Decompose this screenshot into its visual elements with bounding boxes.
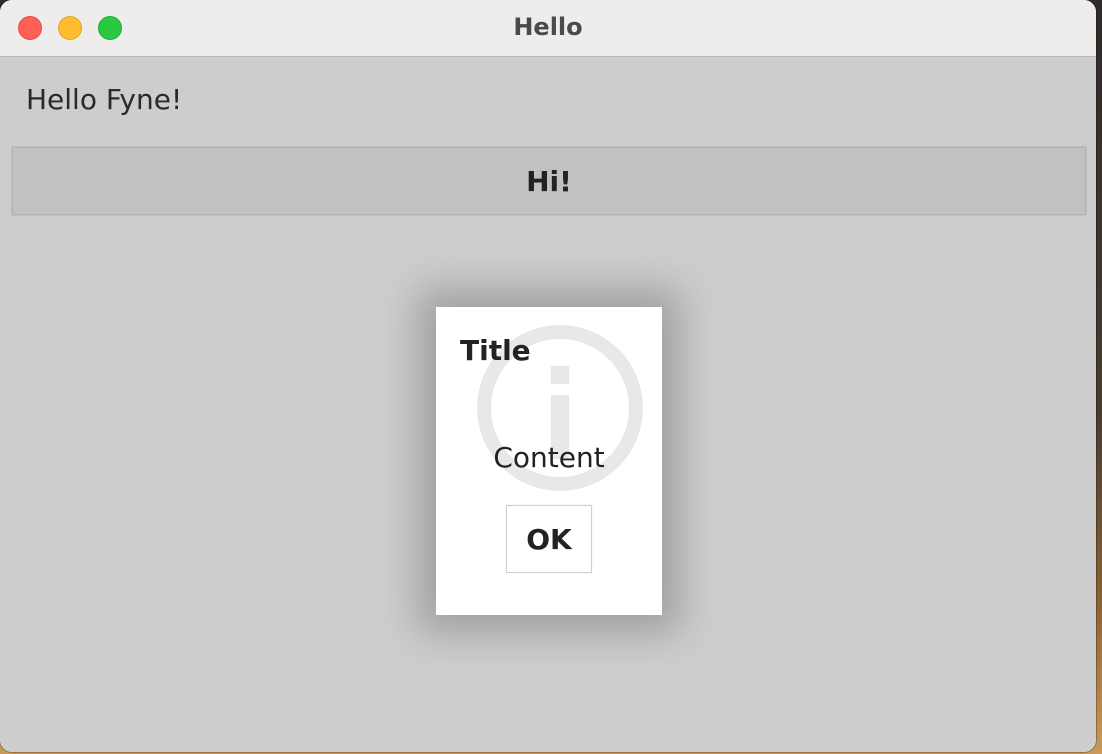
hello-label: Hello Fyne! xyxy=(26,83,183,116)
title-bar: Hello xyxy=(0,0,1096,57)
window-content: Hello Fyne! Hi! Title Content OK xyxy=(0,57,1096,752)
app-window: Hello Hello Fyne! Hi! Title Content OK xyxy=(0,0,1096,752)
hi-button[interactable]: Hi! xyxy=(12,147,1086,215)
dialog-content-text: Content xyxy=(493,441,605,474)
ok-button[interactable]: OK xyxy=(506,505,592,573)
window-title: Hello xyxy=(513,13,583,41)
dialog-title: Title xyxy=(460,334,531,367)
info-dialog: Title Content OK xyxy=(436,307,662,615)
